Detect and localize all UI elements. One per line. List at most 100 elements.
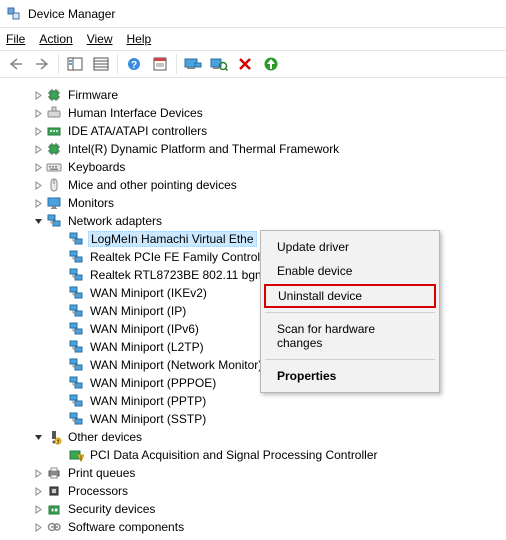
collapse-icon[interactable] — [32, 431, 44, 443]
svg-text:?: ? — [56, 440, 59, 446]
ide-icon — [46, 123, 62, 139]
expand-icon[interactable] — [32, 197, 44, 209]
tree-item-label[interactable]: Intel(R) Dynamic Platform and Thermal Fr… — [66, 142, 341, 156]
network-icon — [46, 213, 62, 229]
tree-item-label[interactable]: Security devices — [66, 502, 157, 516]
tree-item[interactable]: Firmware — [4, 86, 502, 104]
tree-item[interactable]: Processors — [4, 482, 502, 500]
expand-icon[interactable] — [32, 179, 44, 191]
tree-item-label[interactable]: Realtek RTL8723BE 802.11 bgn V — [88, 268, 275, 282]
expand-icon — [54, 287, 66, 299]
action-pane-button[interactable] — [89, 52, 113, 76]
expand-icon[interactable] — [32, 161, 44, 173]
tree-item-label[interactable]: WAN Miniport (L2TP) — [88, 340, 206, 354]
expand-icon[interactable] — [32, 107, 44, 119]
tree-item-label[interactable]: WAN Miniport (SSTP) — [88, 412, 208, 426]
tree-item-label[interactable]: WAN Miniport (IKEv2) — [88, 286, 209, 300]
chip-icon — [46, 141, 62, 157]
tree-item-label[interactable]: Keyboards — [66, 160, 127, 174]
forward-button[interactable] — [30, 52, 54, 76]
menu-help[interactable]: Help — [127, 32, 152, 46]
toolbar: ? — [0, 50, 506, 78]
svg-text:?: ? — [131, 60, 137, 71]
tree-item[interactable]: Mice and other pointing devices — [4, 176, 502, 194]
tree-item-label[interactable]: WAN Miniport (IPv6) — [88, 322, 201, 336]
tree-item[interactable]: Keyboards — [4, 158, 502, 176]
collapse-icon[interactable] — [32, 215, 44, 227]
back-button[interactable] — [4, 52, 28, 76]
tree-item[interactable]: Print queues — [4, 464, 502, 482]
printer-icon — [46, 465, 62, 481]
tree-item[interactable]: Human Interface Devices — [4, 104, 502, 122]
context-uninstall-device[interactable]: Uninstall device — [264, 284, 436, 308]
menu-view[interactable]: View — [87, 32, 113, 46]
network-icon — [68, 303, 84, 319]
hid-icon — [46, 105, 62, 121]
expand-icon[interactable] — [32, 467, 44, 479]
toolbar-separator — [176, 54, 177, 74]
window-title: Device Manager — [28, 7, 115, 21]
tree-item[interactable]: ? Other devices — [4, 428, 502, 446]
tree-item[interactable]: Monitors — [4, 194, 502, 212]
network-icon — [68, 375, 84, 391]
context-enable-device[interactable]: Enable device — [263, 259, 437, 283]
expand-icon — [54, 341, 66, 353]
tree-item[interactable]: IDE ATA/ATAPI controllers — [4, 122, 502, 140]
mouse-icon — [46, 177, 62, 193]
tree-item-label[interactable]: Print queues — [66, 466, 137, 480]
network-icon — [68, 339, 84, 355]
network-icon — [68, 357, 84, 373]
cpu-icon — [46, 483, 62, 499]
context-properties[interactable]: Properties — [263, 364, 437, 388]
menu-file[interactable]: File — [6, 32, 25, 46]
expand-icon[interactable] — [32, 143, 44, 155]
uninstall-device-button[interactable] — [233, 52, 257, 76]
toolbar-separator — [117, 54, 118, 74]
expand-icon[interactable] — [32, 125, 44, 137]
context-update-driver[interactable]: Update driver — [263, 235, 437, 259]
help-button[interactable]: ? — [122, 52, 146, 76]
tree-item-label[interactable]: Software components — [66, 520, 186, 534]
tree-item[interactable]: WAN Miniport (SSTP) — [4, 410, 502, 428]
tree-item[interactable]: WAN Miniport (PPTP) — [4, 392, 502, 410]
properties-button[interactable] — [148, 52, 172, 76]
tree-item-label[interactable]: WAN Miniport (Network Monitor) — [88, 358, 264, 372]
expand-icon[interactable] — [32, 503, 44, 515]
scan-hardware-button[interactable] — [207, 52, 231, 76]
tree-item[interactable]: ! PCI Data Acquisition and Signal Process… — [4, 446, 502, 464]
tree-item-label[interactable]: IDE ATA/ATAPI controllers — [66, 124, 209, 138]
menu-action[interactable]: Action — [39, 32, 72, 46]
tree-item-label[interactable]: LogMeIn Hamachi Virtual Ethe — [88, 231, 257, 247]
tree-item-label[interactable]: Monitors — [66, 196, 116, 210]
expand-icon — [54, 233, 66, 245]
tree-item-label[interactable]: PCI Data Acquisition and Signal Processi… — [88, 448, 379, 462]
network-icon — [68, 231, 84, 247]
tree-item[interactable]: Network adapters — [4, 212, 502, 230]
menubar: File Action View Help — [0, 28, 506, 50]
tree-item-label[interactable]: WAN Miniport (PPTP) — [88, 394, 208, 408]
context-scan-hardware[interactable]: Scan for hardware changes — [263, 317, 437, 355]
enable-device-button[interactable] — [259, 52, 283, 76]
expand-icon[interactable] — [32, 521, 44, 533]
expand-icon[interactable] — [32, 89, 44, 101]
update-driver-button[interactable] — [181, 52, 205, 76]
tree-item[interactable]: Security devices — [4, 500, 502, 518]
network-icon — [68, 267, 84, 283]
tree-item-label[interactable]: Realtek PCIe FE Family Control — [88, 250, 262, 264]
network-icon — [68, 393, 84, 409]
tree-item-label[interactable]: WAN Miniport (PPPOE) — [88, 376, 218, 390]
tree-item-label[interactable]: Mice and other pointing devices — [66, 178, 239, 192]
show-hide-console-tree-button[interactable] — [63, 52, 87, 76]
svg-text:!: ! — [80, 456, 82, 462]
tree-item-label[interactable]: Other devices — [66, 430, 144, 444]
context-separator — [265, 359, 435, 360]
expand-icon[interactable] — [32, 485, 44, 497]
tree-item-label[interactable]: WAN Miniport (IP) — [88, 304, 188, 318]
tree-item[interactable]: Intel(R) Dynamic Platform and Thermal Fr… — [4, 140, 502, 158]
warn-icon: ! — [68, 447, 84, 463]
tree-item-label[interactable]: Processors — [66, 484, 130, 498]
tree-item-label[interactable]: Human Interface Devices — [66, 106, 205, 120]
tree-item-label[interactable]: Firmware — [66, 88, 120, 102]
tree-item[interactable]: Software components — [4, 518, 502, 536]
tree-item-label[interactable]: Network adapters — [66, 214, 164, 228]
